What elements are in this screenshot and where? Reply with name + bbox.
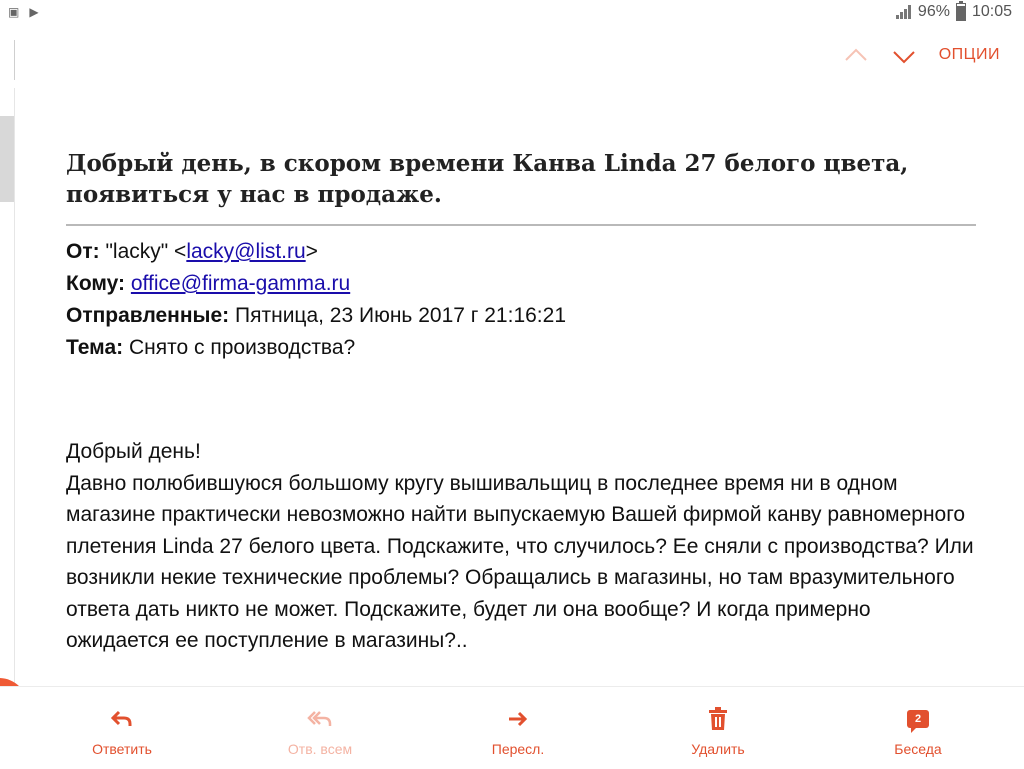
chevron-down-icon [893,51,915,64]
reply-all-label: Отв. всем [287,741,353,757]
left-panel-edge [0,88,15,684]
reply-label: Ответить [92,741,152,757]
battery-percent: 96% [917,3,950,20]
options-button[interactable]: ОПЦИИ [939,46,1000,64]
conversation-label: Беседа [894,741,942,757]
clock: 10:05 [971,3,1012,20]
delete-label: Удалить [691,741,745,757]
play-notification-icon: ▶ [29,5,39,19]
toolbar-divider [14,40,15,80]
email-headers: От: "lacky" <lacky@list.ru> Кому: office… [66,236,976,364]
forward-label: Пересл. [491,741,545,757]
reply-all-button[interactable]: Отв. всем [250,707,390,757]
email-content: Добрый день, в скором времени Канва Lind… [66,148,976,657]
forward-button[interactable]: Пересл. [448,707,588,757]
email-toolbar: ОПЦИИ [0,26,1024,88]
from-name: "lacky" < [105,240,187,263]
status-bar: ▣ ▶ 96% 10:05 [0,0,1024,26]
conversation-badge-icon: 2 [907,710,929,733]
from-label: От: [66,240,100,263]
delete-button[interactable]: Удалить [648,707,788,757]
scroll-indicator [0,116,14,202]
sent-row: Отправленные: Пятница, 23 Июнь 2017 г 21… [66,300,976,332]
to-email-link[interactable]: office@firma-gamma.ru [131,272,350,295]
body-paragraph: Добрый день! [66,440,201,463]
reply-all-icon [307,711,332,726]
from-email-link[interactable]: lacky@list.ru [186,240,305,263]
forward-icon [509,711,528,727]
email-body: Добрый день! Давно полюбившуюся большому… [66,436,976,657]
battery-icon [955,1,966,21]
topic-row: Тема: Снято с производства? [66,332,976,364]
bottom-action-bar: Ответить Отв. всем Пересл. Удалить 2 Бес… [0,686,1024,769]
next-email-button[interactable] [890,42,918,70]
screenshot-notification-icon: ▣ [8,5,20,19]
signal-icon [895,5,912,19]
to-row: Кому: office@firma-gamma.ru [66,268,976,300]
reply-icon [110,710,132,726]
from-row: От: "lacky" <lacky@list.ru> [66,236,976,268]
from-close: > [305,240,318,263]
sent-value: Пятница, 23 Июнь 2017 г 21:16:21 [235,304,567,327]
topic-value: Снято с производства? [128,336,356,359]
topic-label: Тема: [66,336,124,359]
email-subject: Добрый день, в скором времени Канва Lind… [66,148,976,226]
chevron-up-icon [845,48,867,61]
body-paragraph: Давно полюбившуюся большому кругу вышива… [66,471,974,653]
conversation-button[interactable]: 2 Беседа [848,707,988,757]
previous-email-button[interactable] [842,42,870,70]
sent-label: Отправленные: [66,304,230,327]
reply-button[interactable]: Ответить [52,707,192,757]
trash-icon [709,707,727,730]
to-label: Кому: [66,272,126,295]
